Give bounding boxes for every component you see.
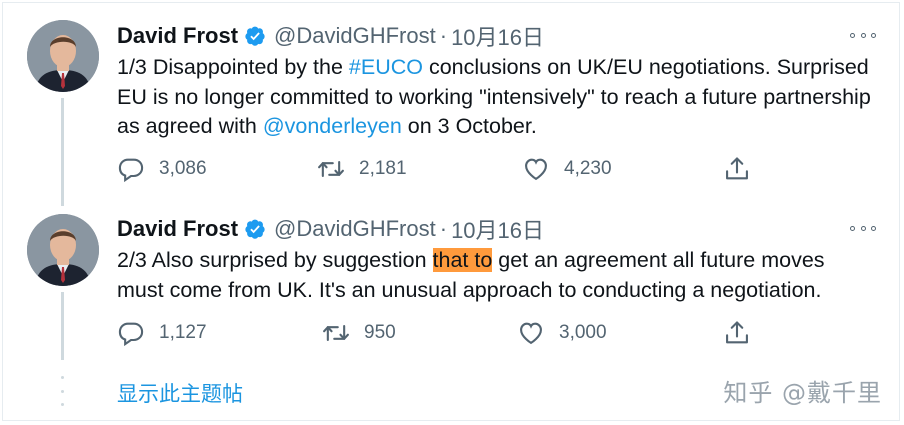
tweet-2[interactable]: David Frost @DavidGHFrost · 10月16日 2/3 A… bbox=[0, 0, 904, 370]
watermark: 知乎 @戴千里 bbox=[723, 379, 882, 407]
tweet-header: David Frost @DavidGHFrost · 10月16日 bbox=[117, 214, 544, 244]
retweet-icon bbox=[323, 324, 349, 342]
avatar[interactable] bbox=[27, 214, 99, 286]
reply-button[interactable]: 1,127 bbox=[117, 318, 207, 348]
tweet-actions: 1,127 950 3,000 bbox=[117, 318, 777, 348]
verified-badge-icon bbox=[245, 219, 265, 239]
tweet-text-part: 2/3 Also surprised by suggestion bbox=[117, 248, 433, 272]
show-thread-link[interactable]: 显示此主题帖 bbox=[117, 378, 243, 408]
like-count: 3,000 bbox=[559, 322, 607, 343]
heart-icon bbox=[520, 322, 542, 345]
share-icon bbox=[726, 321, 748, 344]
more-options-icon[interactable] bbox=[850, 217, 876, 239]
thread-ellipsis-icon bbox=[60, 376, 65, 406]
avatar-portrait-image bbox=[27, 214, 99, 286]
author-handle[interactable]: @DavidGHFrost bbox=[274, 216, 436, 242]
like-button[interactable]: 3,000 bbox=[517, 318, 607, 348]
highlighted-text: that to bbox=[432, 248, 493, 272]
separator-dot: · bbox=[439, 216, 448, 241]
tweet-timestamp[interactable]: 10月16日 bbox=[451, 213, 544, 245]
retweet-button[interactable]: 950 bbox=[322, 318, 396, 348]
retweet-count: 950 bbox=[364, 322, 396, 343]
reply-icon bbox=[118, 322, 144, 347]
share-button[interactable] bbox=[723, 318, 751, 348]
author-name[interactable]: David Frost bbox=[117, 216, 238, 242]
reply-count: 1,127 bbox=[159, 322, 207, 343]
tweet-text: 2/3 Also surprised by suggestion that to… bbox=[117, 246, 877, 305]
